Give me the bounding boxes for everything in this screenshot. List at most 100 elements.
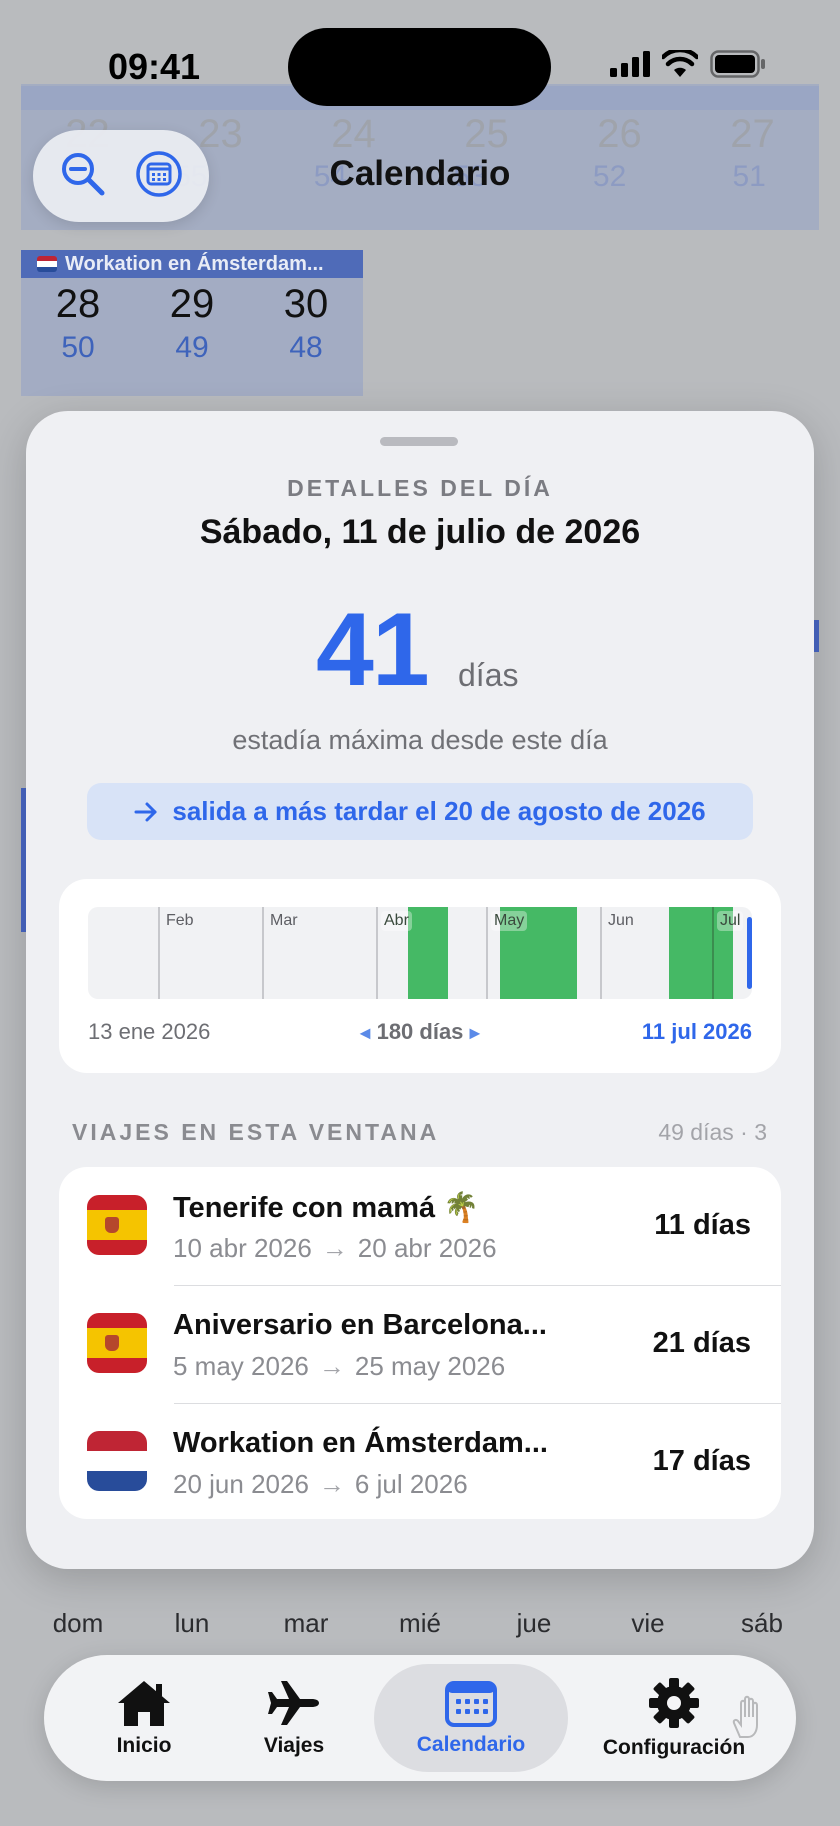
timeline-track[interactable]: Feb Mar Abr May Jun Jul: [88, 907, 752, 999]
month-label: Abr: [381, 911, 412, 931]
calendar-icon: [445, 1681, 497, 1727]
trip-row[interactable]: Aniversario en Barcelona... 5 may 2026 → 2…: [59, 1285, 781, 1403]
weekday-label: dom: [52, 1608, 104, 1638]
tab-label: Inicio: [116, 1734, 172, 1757]
max-stay-unit: días: [458, 657, 519, 693]
trip-dates: 5 may 2026 → 25 may 2026: [173, 1351, 505, 1382]
weekday-label: lun: [174, 1608, 210, 1638]
max-stay-caption: estadía máxima desde este día: [232, 725, 608, 755]
max-stay-value: 41: [316, 592, 430, 708]
hand-icon: [732, 1695, 758, 1738]
day-count: 50: [61, 331, 95, 364]
trip-title: Tenerife con mamá 🌴: [173, 1192, 480, 1224]
month-divider: [712, 907, 714, 999]
trip-start-date: 10 abr 2026: [173, 1233, 312, 1263]
wifi-icon: [662, 50, 698, 77]
weekday-label: mié: [399, 1608, 441, 1638]
trip-end-date: 6 jul 2026: [354, 1469, 468, 1499]
weekday-label: jue: [516, 1608, 552, 1638]
tab-label: Configuración: [602, 1736, 746, 1759]
day-number: 28: [55, 282, 101, 326]
month-label: Jun: [608, 912, 634, 929]
trip-end-date: 20 abr 2026: [357, 1233, 497, 1263]
weekday-label: sáb: [741, 1608, 783, 1638]
netherlands-flag-icon: [87, 1431, 147, 1491]
window-end-date: 11 jul 2026: [641, 1019, 752, 1044]
airplane-icon: [268, 1681, 319, 1725]
ghost-day: 27: [730, 112, 775, 156]
latest-departure-text: salida a más tardar el 20 de agosto de 2…: [172, 796, 706, 826]
page-title: Calendario: [329, 154, 511, 193]
month-label: Jul: [717, 911, 744, 931]
triangle-right-icon: ▶: [469, 1024, 481, 1041]
trip-dates: 10 abr 2026 → 20 abr 2026: [173, 1233, 497, 1264]
weekday-header: dom lun mar mié jue vie sáb: [21, 1608, 819, 1639]
selected-day-marker: [747, 917, 752, 989]
background-edge-marker: [814, 620, 819, 652]
arrow-right-icon: →: [318, 1469, 345, 1499]
tab-bar: Inicio Viajes Calendario Configuración: [44, 1655, 796, 1781]
trip-title: Aniversario en Barcelona...: [173, 1309, 547, 1341]
trip-title: Workation en Ámsterdam...: [173, 1427, 548, 1459]
tab-inicio[interactable]: Inicio: [84, 1655, 204, 1781]
spain-flag-icon: [87, 1313, 147, 1373]
ghost-day: 24: [331, 112, 376, 156]
latest-departure-chip: salida a más tardar el 20 de agosto de 2…: [87, 783, 753, 840]
month-label: Feb: [166, 912, 194, 929]
day-count: 49: [175, 331, 209, 364]
tab-viajes[interactable]: Viajes: [234, 1655, 354, 1781]
trip-duration: 11 días: [654, 1209, 751, 1241]
month-divider: [262, 907, 264, 999]
tab-calendario[interactable]: Calendario: [374, 1664, 568, 1772]
trip-duration: 17 días: [652, 1445, 751, 1477]
timeline-trip-bar: [408, 907, 448, 999]
background-trip-banner: Workation en Ámsterdam...: [21, 250, 363, 278]
month-divider: [376, 907, 378, 999]
spain-flag-icon: [87, 1195, 147, 1255]
trip-start-date: 5 may 2026: [173, 1351, 309, 1381]
house-icon: [118, 1681, 170, 1726]
background-day-cell[interactable]: 28 50: [21, 280, 135, 368]
month-label: Mar: [270, 912, 298, 929]
month-divider: [600, 907, 602, 999]
day-details-sheet: DETALLES DEL DÍA Sábado, 11 de julio de …: [26, 411, 814, 1569]
arrow-right-icon: →: [318, 1351, 345, 1381]
triangle-left-icon: ◀: [359, 1024, 371, 1041]
weekday-label: mar: [283, 1608, 329, 1638]
status-time: 09:41: [108, 46, 201, 87]
battery-icon: [710, 50, 765, 78]
trips-section-heading: VIAJES EN ESTA VENTANA: [72, 1119, 440, 1145]
month-divider: [158, 907, 160, 999]
trip-row[interactable]: Tenerife con mamá 🌴 10 abr 2026 → 20 abr 2…: [59, 1167, 781, 1285]
ghost-day: 25: [464, 112, 509, 156]
trip-end-date: 25 may 2026: [354, 1351, 506, 1381]
trips-section-summary: 49 días · 3: [658, 1119, 767, 1145]
background-day-cell[interactable]: 30 48: [249, 280, 363, 368]
sheet-section-label: DETALLES DEL DÍA: [287, 475, 553, 501]
day-number: 30: [283, 282, 329, 326]
trip-dates: 20 jun 2026 → 6 jul 2026: [173, 1469, 468, 1500]
arrow-right-icon: →: [321, 1233, 348, 1263]
month-divider: [486, 907, 488, 999]
netherlands-flag-icon: [37, 256, 57, 272]
gear-icon: [649, 1678, 699, 1728]
sheet-grabber[interactable]: [380, 437, 458, 446]
arrow-right-icon: [134, 802, 157, 821]
ghost-day: 26: [597, 112, 642, 156]
background-day-row: 28 50 29 49 30 48: [21, 280, 363, 368]
window-timeline-card: Feb Mar Abr May Jun Jul 13 ene 2026 ◀ 18…: [59, 879, 781, 1073]
background-day-cell[interactable]: 29 49: [135, 280, 249, 368]
day-count: 48: [289, 331, 323, 364]
day-number: 29: [169, 282, 215, 326]
trip-duration: 21 días: [652, 1327, 751, 1359]
tab-label: Viajes: [263, 1734, 325, 1757]
selected-date: Sábado, 11 de julio de 2026: [199, 513, 641, 551]
trip-row[interactable]: Workation en Ámsterdam... 20 jun 2026 → 6 …: [59, 1403, 781, 1519]
dynamic-island: [288, 28, 551, 106]
window-length-label: 180 días: [376, 1019, 464, 1044]
cellular-signal-icon: [610, 51, 650, 77]
trips-list: Tenerife con mamá 🌴 10 abr 2026 → 20 abr 2…: [59, 1167, 781, 1519]
background-trip-title: Workation en Ámsterdam...: [65, 252, 324, 275]
status-icons: [610, 50, 766, 78]
trip-start-date: 20 jun 2026: [173, 1469, 309, 1499]
